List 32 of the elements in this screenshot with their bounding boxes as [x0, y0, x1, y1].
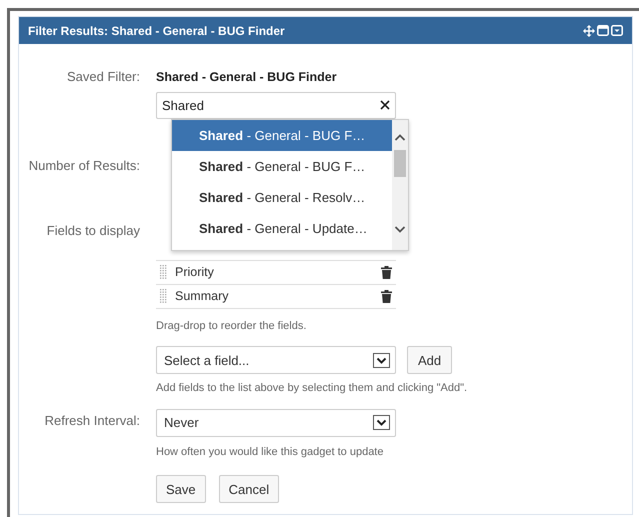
scrollbar[interactable] [392, 120, 408, 250]
maximize-icon[interactable] [597, 25, 609, 36]
menu-dropdown-icon[interactable] [611, 25, 623, 36]
drag-handle-icon[interactable] [160, 265, 167, 280]
clear-icon[interactable] [380, 100, 390, 110]
caret-icon [373, 352, 390, 368]
move-icon[interactable] [583, 24, 595, 36]
caret-icon [373, 415, 390, 430]
hint-text: How often you would like this gadget to update [156, 444, 384, 460]
current-filter-name: Shared - General - BUG Finder [156, 69, 338, 86]
panel-title: Filter Results: Shared - General - BUG Finder [28, 22, 285, 40]
add-button[interactable]: Add [407, 346, 452, 374]
trash-icon[interactable] [381, 290, 392, 303]
filter-option[interactable]: Shared - General - BUG F… [172, 151, 392, 182]
field-label: Number of Results: [28, 158, 140, 173]
filter-search-field[interactable]: Shared [156, 92, 396, 119]
save-button[interactable]: Save [156, 475, 206, 504]
hint-text: Add fields to the list above by selecting them and clicking "Add". [156, 381, 468, 396]
filter-option[interactable]: Shared - General - BUG F… [172, 120, 392, 151]
trash-icon[interactable] [381, 266, 392, 279]
drag-handle-icon[interactable] [160, 289, 167, 304]
field-label: Saved Filter: [67, 69, 140, 84]
refresh-interval-select[interactable]: Never [156, 408, 396, 437]
field-list-item[interactable]: Priority [156, 260, 396, 285]
hint-text: Drag-drop to reorder the fields. [156, 318, 308, 334]
field-list-item[interactable]: Summary [156, 284, 396, 309]
filter-option[interactable]: Shared - General - Update… [172, 213, 392, 244]
field-label: Fields to display [46, 222, 140, 238]
filter-option[interactable]: Shared - General - Resolv… [172, 182, 392, 213]
field-select[interactable]: Select a field... [156, 346, 396, 374]
field-label: Refresh Interval: [44, 412, 140, 428]
cancel-button[interactable]: Cancel [218, 475, 280, 504]
